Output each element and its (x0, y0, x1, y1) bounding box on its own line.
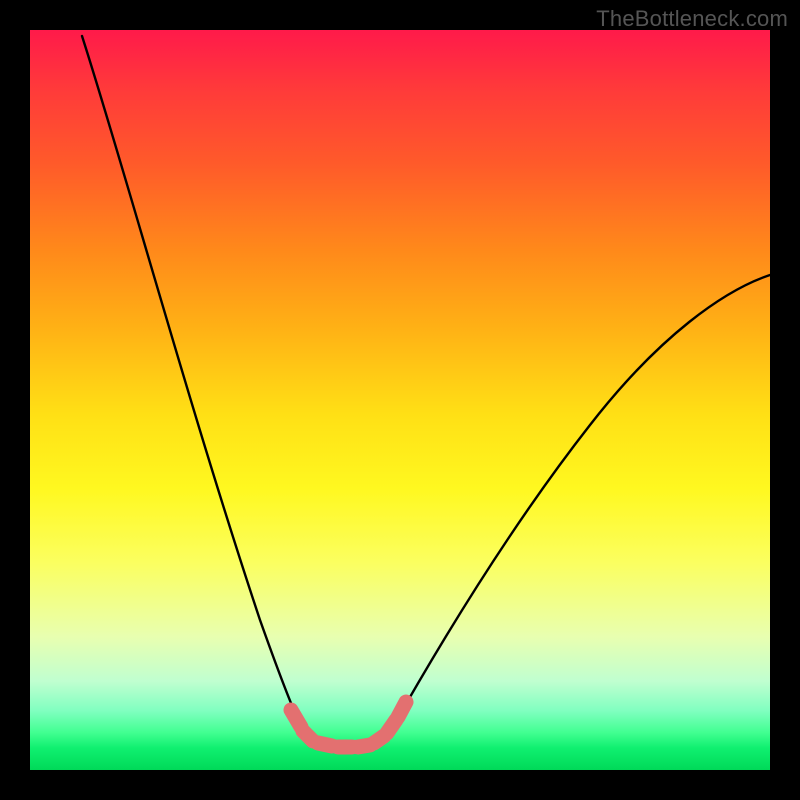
plot-area (30, 30, 770, 770)
highlight-marker-group (291, 702, 406, 747)
highlight-marker (318, 743, 332, 746)
chart-container: TheBottleneck.com (0, 0, 800, 800)
highlight-marker (398, 702, 406, 717)
watermark-text: TheBottleneck.com (596, 6, 788, 32)
curve-left-branch (82, 36, 305, 734)
curve-right-branch (390, 275, 770, 732)
curve-layer (30, 30, 770, 770)
